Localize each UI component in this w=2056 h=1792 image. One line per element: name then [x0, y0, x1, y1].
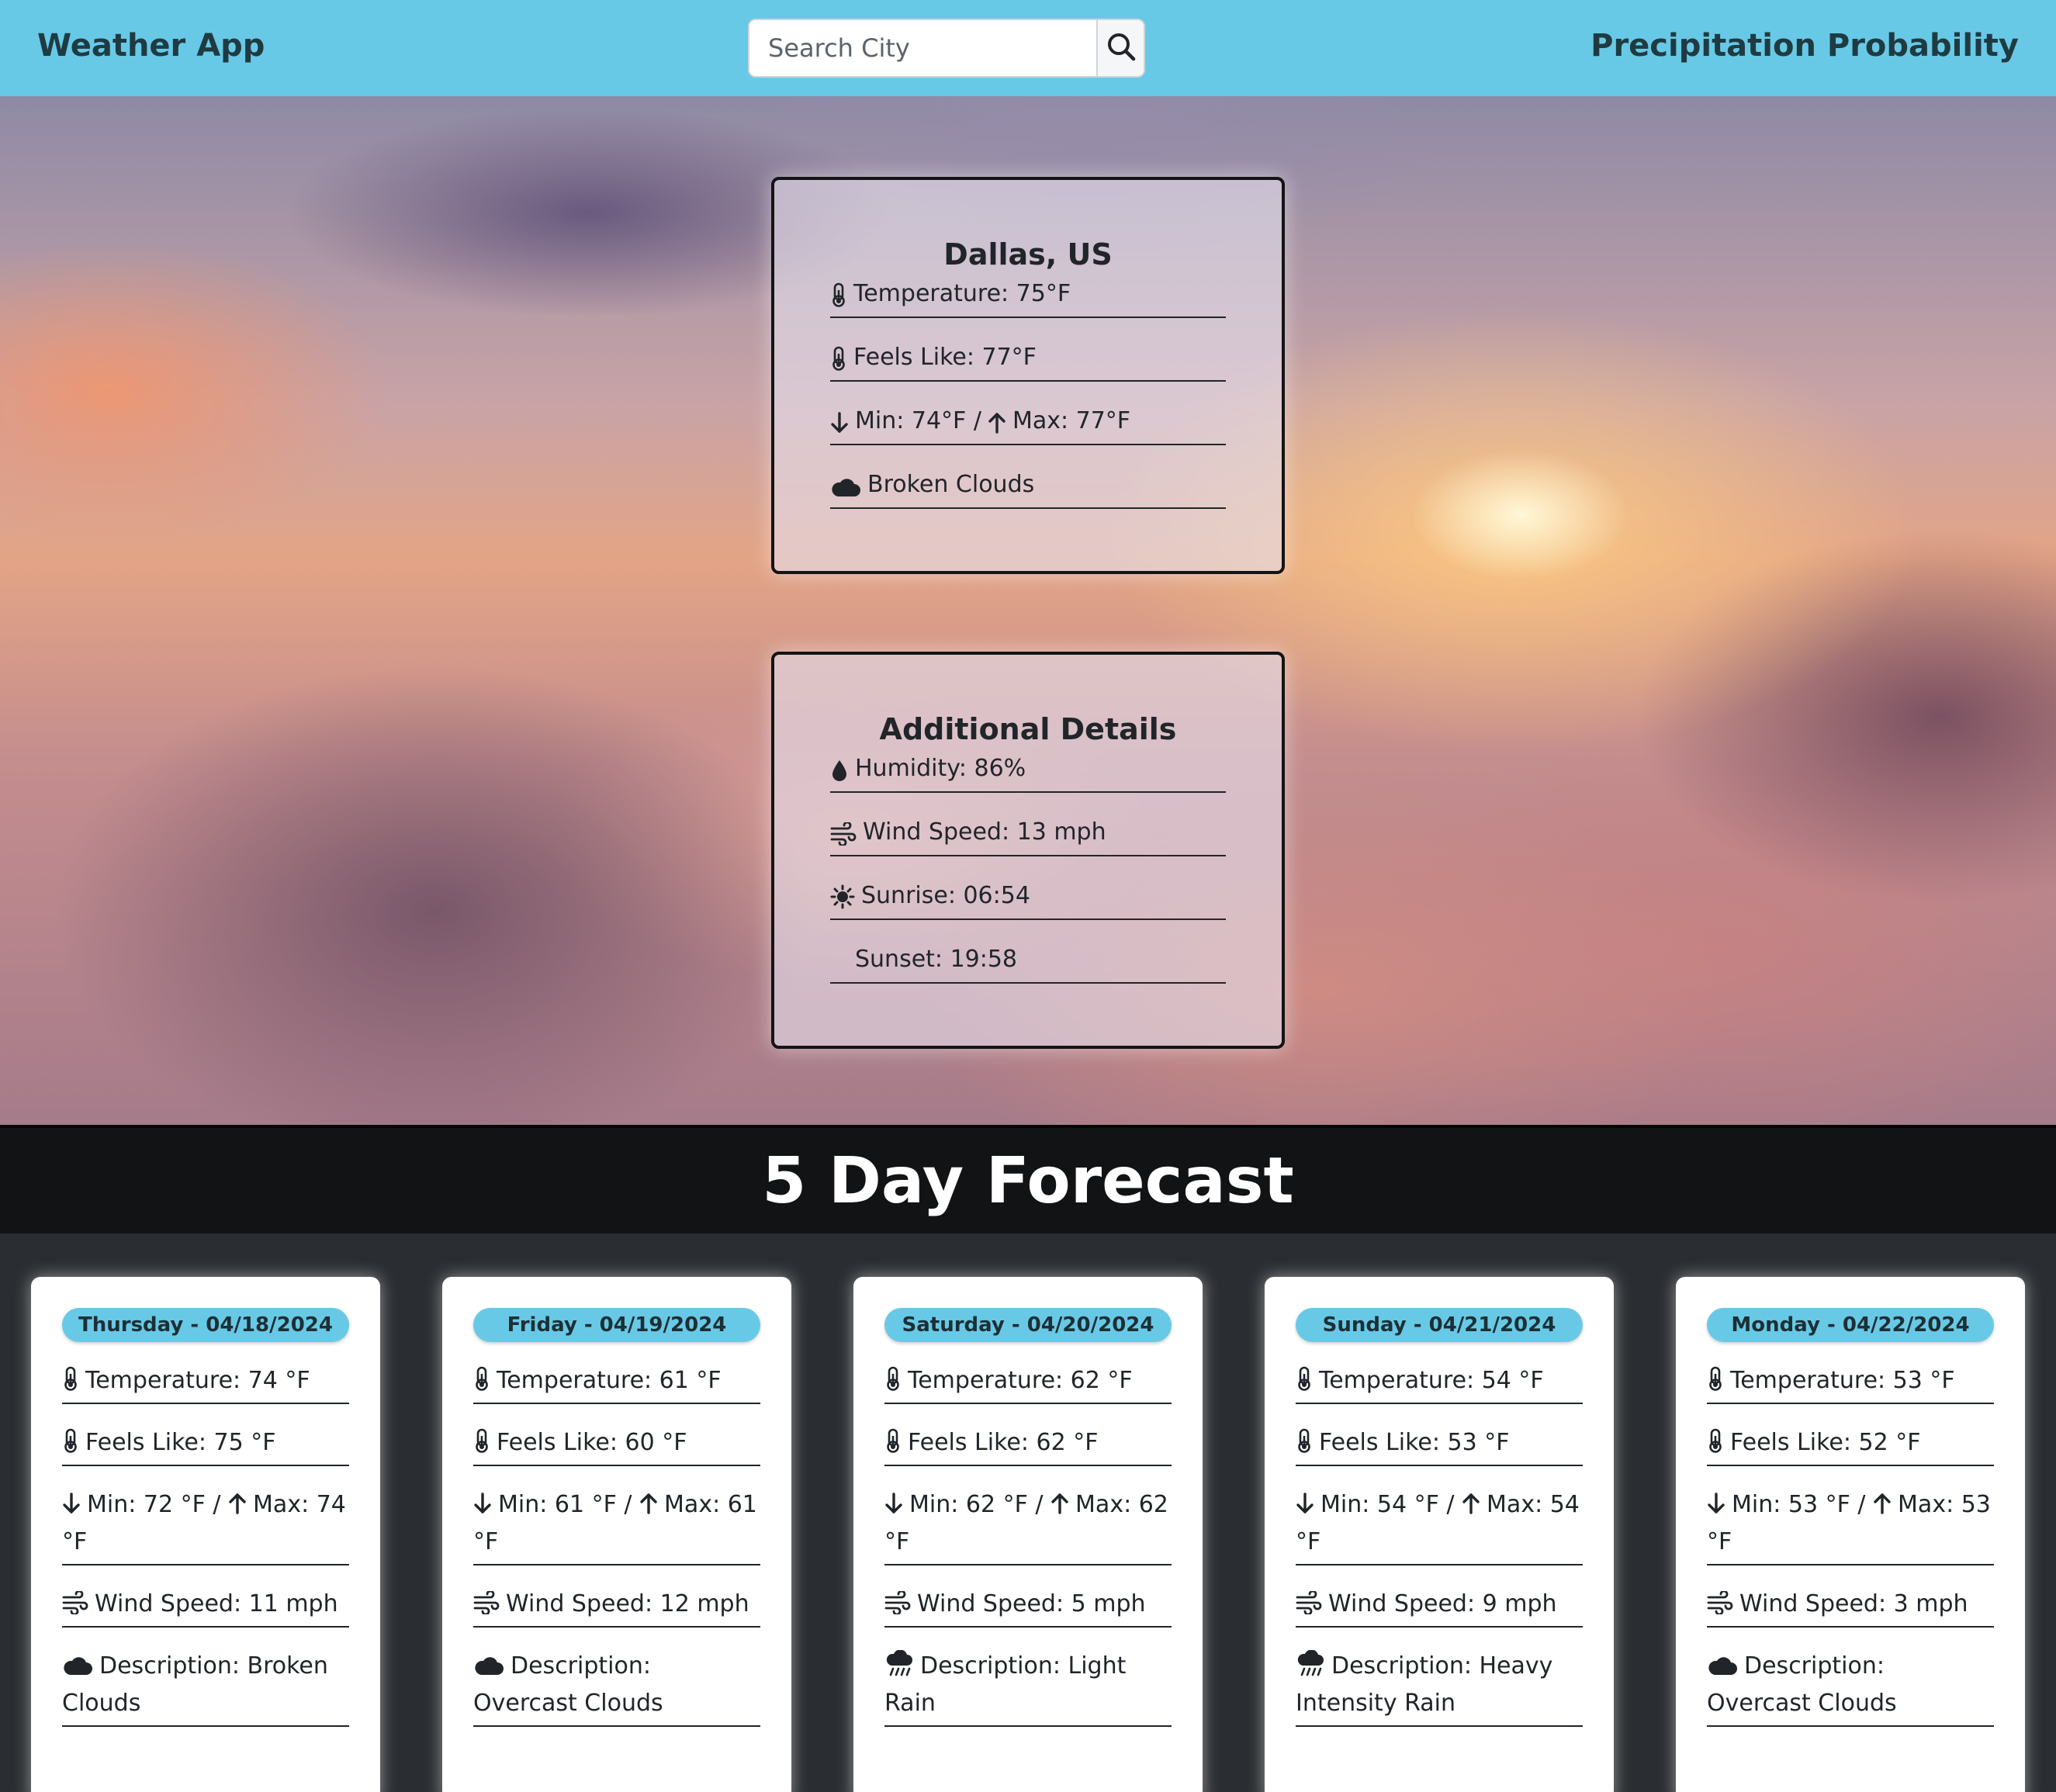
current-weather-card: Dallas, US Temperature: 75°F Feels Like:…: [771, 177, 1285, 574]
forecast-date-badge: Saturday - 04/20/2024: [884, 1308, 1172, 1342]
arrow-up-icon: [1462, 1492, 1480, 1515]
forecast-card: Thursday - 04/18/2024 Temperature: 74 °F F…: [31, 1277, 380, 1792]
thermometer-icon: [884, 1428, 902, 1453]
thermometer-icon: [884, 1366, 902, 1391]
city-name: Dallas, US: [943, 237, 1113, 272]
arrow-up-icon: [639, 1492, 658, 1515]
forecast-temperature: Temperature: 54 °F: [1296, 1342, 1583, 1404]
forecast-min-max: Min: 62 °F / Max: 62 °F: [884, 1466, 1172, 1565]
thermometer-icon: [1707, 1366, 1724, 1391]
forecast-description: Description: Broken Clouds: [62, 1628, 349, 1727]
search-bar: [748, 19, 1145, 78]
current-min-max: Min: 74°F / Max: 77°F: [830, 382, 1226, 445]
humidity-row: Humidity: 86%: [830, 754, 1226, 793]
forecast-min-max: Min: 53 °F / Max: 53 °F: [1707, 1466, 1994, 1565]
forecast-temperature: Temperature: 61 °F: [473, 1342, 760, 1404]
thermometer-icon: [830, 346, 847, 371]
wind-icon: [1707, 1591, 1733, 1614]
details-title: Additional Details: [879, 712, 1177, 746]
precipitation-probability-link[interactable]: Precipitation Probability: [1590, 28, 2019, 64]
cloud-icon: [1707, 1655, 1738, 1676]
arrow-down-icon: [1707, 1492, 1725, 1515]
droplet-icon: [830, 759, 849, 782]
moon-icon: [830, 950, 849, 973]
forecast-min-max: Min: 54 °F / Max: 54 °F: [1296, 1466, 1583, 1565]
forecast-date-badge: Friday - 04/19/2024: [473, 1308, 760, 1342]
forecast-wind-speed: Wind Speed: 5 mph: [884, 1565, 1172, 1628]
additional-details-card: Additional Details Humidity: 86% Wind Sp…: [771, 652, 1285, 1049]
forecast-description: Description: Overcast Clouds: [473, 1628, 760, 1727]
wind-icon: [473, 1591, 500, 1614]
forecast-feels-like: Feels Like: 52 °F: [1707, 1404, 1994, 1466]
forecast-card: Monday - 04/22/2024 Temperature: 53 °F Fee…: [1676, 1277, 2025, 1792]
wind-icon: [1296, 1591, 1322, 1614]
sunset-row: Sunset: 19:58: [830, 920, 1226, 984]
forecast-temperature: Temperature: 62 °F: [884, 1342, 1172, 1404]
forecast-description: Description: Heavy Intensity Rain: [1296, 1628, 1583, 1727]
thermometer-icon: [473, 1366, 490, 1391]
brand-title[interactable]: Weather App: [37, 28, 265, 64]
forecast-wind-speed: Wind Speed: 9 mph: [1296, 1565, 1583, 1628]
arrow-down-icon: [830, 411, 849, 434]
search-button[interactable]: [1096, 20, 1144, 76]
sunrise-row: Sunrise: 06:54: [830, 856, 1226, 920]
forecast-header: 5 Day Forecast: [0, 1125, 2056, 1233]
forecast-date-badge: Sunday - 04/21/2024: [1296, 1308, 1583, 1342]
navbar: Weather App Precipitation Probability: [0, 0, 2056, 96]
search-icon: [1106, 31, 1137, 65]
current-feels-like: Feels Like: 77°F: [830, 318, 1226, 382]
thermometer-icon: [1296, 1428, 1313, 1453]
wind-speed-row: Wind Speed: 13 mph: [830, 793, 1226, 856]
arrow-down-icon: [884, 1492, 903, 1515]
forecast-date-badge: Thursday - 04/18/2024: [62, 1308, 349, 1342]
arrow-up-icon: [1050, 1492, 1069, 1515]
forecast-card: Saturday - 04/20/2024 Temperature: 62 °F F…: [853, 1277, 1203, 1792]
forecast-wind-speed: Wind Speed: 12 mph: [473, 1565, 760, 1628]
forecast-feels-like: Feels Like: 62 °F: [884, 1404, 1172, 1466]
arrow-up-icon: [228, 1492, 247, 1515]
current-temperature: Temperature: 75°F: [830, 279, 1226, 318]
thermometer-icon: [62, 1366, 79, 1391]
arrow-down-icon: [473, 1492, 492, 1515]
forecast-cards: Thursday - 04/18/2024 Temperature: 74 °F F…: [0, 1233, 2056, 1792]
forecast-description: Description: Overcast Clouds: [1707, 1628, 1994, 1727]
rain-icon: [1296, 1650, 1325, 1676]
forecast-feels-like: Feels Like: 75 °F: [62, 1404, 349, 1466]
wind-icon: [830, 822, 857, 846]
forecast-wind-speed: Wind Speed: 3 mph: [1707, 1565, 1994, 1628]
forecast-card: Sunday - 04/21/2024 Temperature: 54 °F Fee…: [1265, 1277, 1614, 1792]
forecast-date-badge: Monday - 04/22/2024: [1707, 1308, 1994, 1342]
arrow-down-icon: [62, 1492, 81, 1515]
forecast-min-max: Min: 72 °F / Max: 74 °F: [62, 1466, 349, 1565]
forecast-description: Description: Light Rain: [884, 1628, 1172, 1727]
forecast-min-max: Min: 61 °F / Max: 61 °F: [473, 1466, 760, 1565]
arrow-down-icon: [1296, 1492, 1314, 1515]
cloud-icon: [62, 1655, 93, 1676]
wind-icon: [62, 1591, 88, 1614]
forecast-card: Friday - 04/19/2024 Temperature: 61 °F Fee…: [442, 1277, 791, 1792]
cloud-icon: [473, 1655, 504, 1676]
current-description: Broken Clouds: [830, 445, 1226, 509]
arrow-up-icon: [988, 411, 1006, 434]
thermometer-icon: [62, 1428, 79, 1453]
forecast-title: 5 Day Forecast: [762, 1143, 1294, 1218]
arrow-up-icon: [1873, 1492, 1892, 1515]
forecast-wind-speed: Wind Speed: 11 mph: [62, 1565, 349, 1628]
thermometer-icon: [473, 1428, 490, 1453]
search-input[interactable]: [749, 20, 1096, 76]
forecast-feels-like: Feels Like: 60 °F: [473, 1404, 760, 1466]
rain-icon: [884, 1650, 914, 1676]
thermometer-icon: [830, 282, 847, 307]
hero-background: Dallas, US Temperature: 75°F Feels Like:…: [0, 96, 2056, 1125]
cloud-icon: [830, 476, 861, 498]
thermometer-icon: [1707, 1428, 1724, 1453]
sun-icon: [830, 884, 855, 909]
wind-icon: [884, 1591, 911, 1614]
thermometer-icon: [1296, 1366, 1313, 1391]
forecast-temperature: Temperature: 53 °F: [1707, 1342, 1994, 1404]
forecast-feels-like: Feels Like: 53 °F: [1296, 1404, 1583, 1466]
forecast-temperature: Temperature: 74 °F: [62, 1342, 349, 1404]
